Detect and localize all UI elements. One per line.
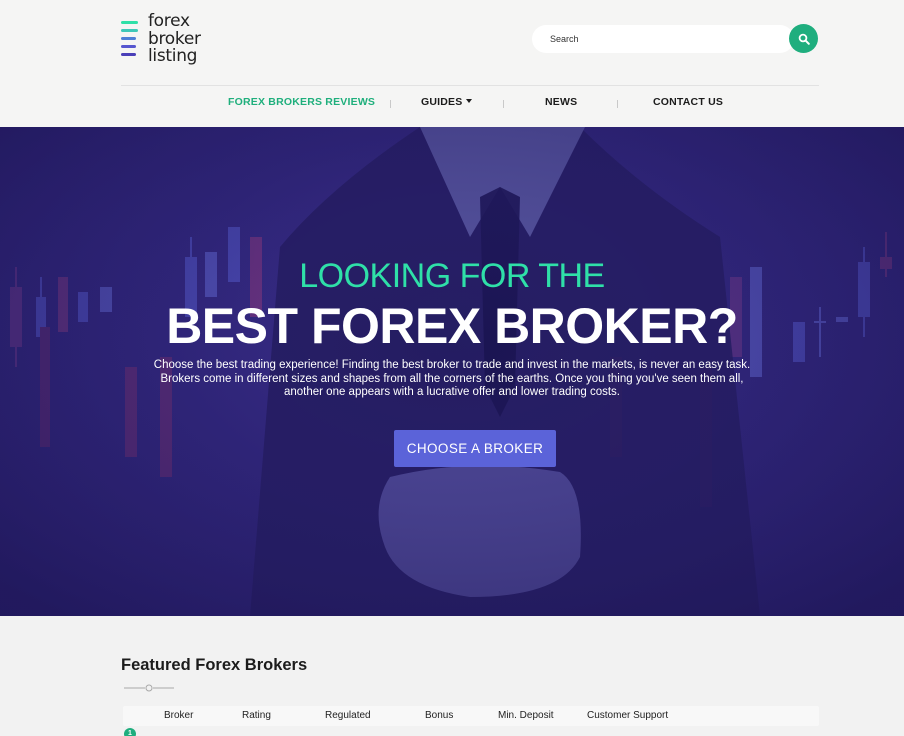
logo-text: forex broker listing [148, 12, 201, 65]
search-input[interactable] [532, 25, 794, 53]
nav-separator [617, 100, 618, 108]
hero-description: Choose the best trading experience! Find… [153, 359, 751, 398]
logo[interactable]: forex broker listing [121, 12, 211, 70]
nav-guides[interactable]: GUIDES [421, 96, 473, 108]
chevron-down-icon [466, 99, 473, 103]
hero-title-line2: BEST FOREX BROKER? [166, 298, 738, 354]
search-bar [532, 24, 818, 53]
hero-banner: LOOKING FOR THE BEST FOREX BROKER? Choos… [0, 127, 904, 616]
featured-brokers-title: Featured Forex Brokers [121, 656, 308, 674]
column-header-regulated[interactable]: Regulated [325, 710, 371, 721]
header-divider [121, 85, 819, 86]
brokers-table-header: Broker Rating Regulated Bonus Min. Depos… [123, 706, 819, 726]
column-header-min-deposit[interactable]: Min. Deposit [498, 710, 554, 721]
main-nav: FOREX BROKERS REVIEWS GUIDES NEWS CONTAC… [0, 96, 904, 114]
nav-separator [503, 100, 504, 108]
logo-line-listing: listing [148, 46, 198, 66]
column-header-rating[interactable]: Rating [242, 710, 271, 721]
column-header-bonus[interactable]: Bonus [425, 710, 453, 721]
logo-line-broker: broker [148, 28, 201, 49]
search-icon [798, 33, 810, 45]
row-rank-badge: 1 [124, 728, 136, 736]
nav-forex-brokers-reviews[interactable]: FOREX BROKERS REVIEWS [228, 96, 375, 108]
hero-title-line1: LOOKING FOR THE [299, 257, 605, 295]
title-divider-icon [124, 684, 174, 692]
nav-separator [390, 100, 391, 108]
logo-bars-icon [121, 21, 138, 61]
choose-broker-button[interactable]: CHOOSE A BROKER [394, 430, 556, 467]
column-header-customer-support[interactable]: Customer Support [587, 710, 668, 721]
nav-contact-us[interactable]: CONTACT US [653, 96, 723, 108]
nav-news[interactable]: NEWS [545, 96, 577, 108]
column-header-broker[interactable]: Broker [164, 710, 193, 721]
search-button[interactable] [789, 24, 818, 53]
nav-guides-label: GUIDES [421, 96, 463, 108]
logo-line-forex: forex [148, 11, 190, 31]
site-header: forex broker listing FOREX BROKERS REVIE… [0, 0, 904, 127]
